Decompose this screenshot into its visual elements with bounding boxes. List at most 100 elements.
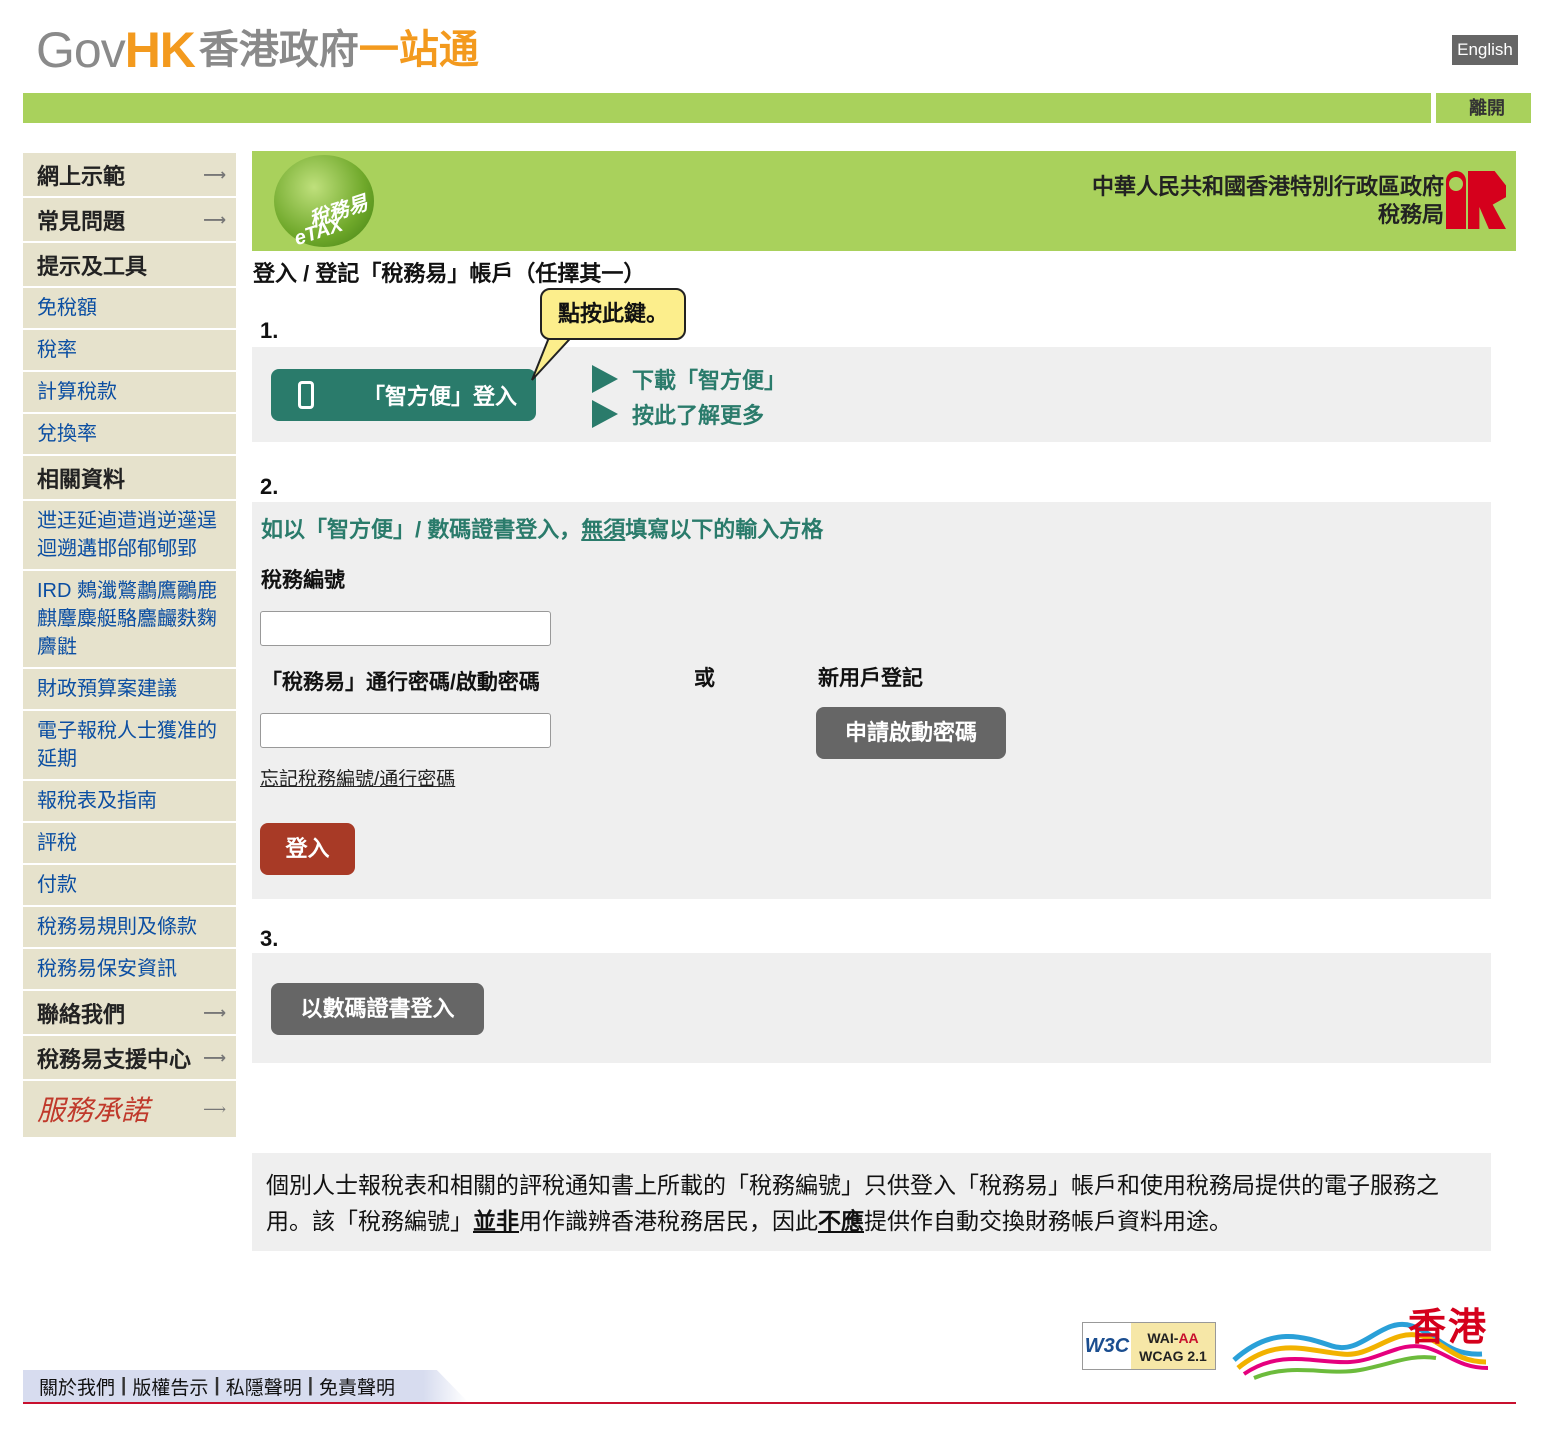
sidebar-item-13[interactable]: 評稅 <box>23 823 236 865</box>
no-input-note-before: 如以「智方便」/ 數碼證書登入， <box>261 517 582 542</box>
sidebar-item-16[interactable]: 稅務易保安資訊 <box>23 949 236 991</box>
footer-link-disclaimer[interactable]: 免責聲明 <box>319 1373 395 1400</box>
sidebar-item-label: 稅務易規則及條款 <box>37 916 197 938</box>
sidebar-item-5[interactable]: 計算稅款 <box>23 372 236 414</box>
expand-arrow-icon: ⟶ <box>203 166 226 184</box>
sidebar-item-2[interactable]: 提示及工具 <box>23 243 236 288</box>
page-title: 登入 / 登記「稅務易」帳戶（任擇其一） <box>253 261 646 286</box>
step-2-number: 2. <box>260 474 279 499</box>
expand-arrow-icon: ⟶ <box>203 1049 226 1067</box>
sidebar-item-performance-pledge[interactable]: 服務承諾 ⟶ <box>23 1081 236 1139</box>
sidebar-item-18[interactable]: 稅務易支援中心 ⟶ <box>23 1036 236 1081</box>
sidebar-item-1[interactable]: 常見問題 ⟶ <box>23 198 236 243</box>
wai-text: WAI- <box>1147 1330 1179 1346</box>
sidebar-item-7[interactable]: 相關資料 <box>23 456 236 501</box>
expand-arrow-icon: ⟶ <box>203 211 226 229</box>
sidebar-item-0[interactable]: 網上示範 ⟶ <box>23 153 236 198</box>
step-3-number: 3. <box>260 926 279 951</box>
expand-arrow-icon: ⟶ <box>203 1004 226 1022</box>
govhk-logo[interactable]: Gov HK 香港政府 一站通 <box>36 22 479 78</box>
play-arrow-icon <box>592 400 618 428</box>
download-iamsmart-label: 下載「智方便」 <box>632 368 787 393</box>
sidebar-item-17[interactable]: 聯絡我們 ⟶ <box>23 991 236 1036</box>
sidebar-item-15[interactable]: 稅務易規則及條款 <box>23 907 236 949</box>
sidebar-item-label: 免稅額 <box>37 297 97 319</box>
sidebar-item-8[interactable]: 迣迋延逌逪逍逆遳逞迴遡遘邯邰郁郇郢 <box>23 501 236 571</box>
digital-certificate-login-button[interactable]: 以數碼證書登入 <box>271 983 484 1035</box>
sidebar-item-9[interactable]: IRD 鷞瀸鷩鷫鷹鸍鹿麒麞麋艇駱麢麣麩麴麡鼪 <box>23 571 236 669</box>
sidebar-nav: 網上示範 ⟶ 常見問題 ⟶ 提示及工具免稅額稅率計算稅款兌換率相關資料迣迋延逌逪逍逆遳逞… <box>23 153 236 1139</box>
sidebar-item-label: 常見問題 <box>37 208 126 234</box>
wai-aa-label: WAI-AA WCAG 2.1 <box>1131 1323 1215 1369</box>
brand-hk-text: 香港 <box>1407 1307 1488 1349</box>
sidebar-item-label: 兌換率 <box>37 423 97 445</box>
wai-aa-text: AA <box>1178 1330 1199 1346</box>
tax-number-notice: 個別人士報稅表和相關的評稅通知書上所載的「稅務編號」只供登入「稅務易」帳戶和使用… <box>252 1153 1491 1251</box>
sidebar-item-3[interactable]: 免稅額 <box>23 288 236 330</box>
sidebar-item-label: 評稅 <box>37 832 77 854</box>
sidebar-item-label: 計算稅款 <box>37 381 117 403</box>
download-iamsmart-link[interactable]: 下載「智方便」 <box>592 363 786 395</box>
expand-arrow-icon: ⟶ <box>203 1099 226 1119</box>
forgot-credentials-link[interactable]: 忘記稅務編號/通行密碼 <box>260 764 455 791</box>
new-user-label: 新用戶登記 <box>818 667 923 690</box>
footer-link-privacy[interactable]: 私隱聲明 <box>226 1373 302 1400</box>
sidebar-item-label: 付款 <box>37 874 77 896</box>
wcag-version-text: WCAG 2.1 <box>1139 1348 1207 1364</box>
footer-link-copyright[interactable]: 版權告示 <box>132 1373 208 1400</box>
logo-cn-orange-text: 一站通 <box>358 28 479 72</box>
sidebar-item-14[interactable]: 付款 <box>23 865 236 907</box>
learn-more-link[interactable]: 按此了解更多 <box>592 398 764 430</box>
no-input-note: 如以「智方便」/ 數碼證書登入，無須填寫以下的輸入方格 <box>261 512 823 544</box>
password-input[interactable] <box>260 713 551 748</box>
iamsmart-login-button[interactable]: 「智方便」登入 <box>271 369 536 421</box>
etax-banner: 稅務易 eTAX 中華人民共和國香港特別行政區政府 稅務局 <box>252 151 1516 251</box>
tax-number-input[interactable] <box>260 611 551 646</box>
language-english-button[interactable]: English <box>1452 35 1518 65</box>
sidebar-item-10[interactable]: 財政預算案建議 <box>23 669 236 711</box>
password-label: 「稅務易」通行密碼/啟動密碼 <box>261 671 540 694</box>
sidebar-item-label: IRD 鷞瀸鷩鷫鷹鸍鹿麒麞麋艇駱麢麣麩麴麡鼪 <box>37 580 217 658</box>
notice-emphasis-2: 不應 <box>818 1208 864 1234</box>
sidebar-item-label: 財政預算案建議 <box>37 678 177 700</box>
etax-logo-icon: 稅務易 eTAX <box>274 155 374 250</box>
iamsmart-phone-icon <box>291 378 319 412</box>
logo-cn-grey-text: 香港政府 <box>198 28 359 72</box>
sidebar-item-label: 網上示範 <box>37 163 126 189</box>
footer-separator: | <box>307 1375 314 1396</box>
sidebar-item-label: 提示及工具 <box>37 253 148 279</box>
logo-gov-text: Gov <box>36 22 126 78</box>
no-input-note-after: 填寫以下的輸入方格 <box>625 517 824 542</box>
sidebar-item-6[interactable]: 兌換率 <box>23 414 236 456</box>
learn-more-label: 按此了解更多 <box>632 403 765 428</box>
click-hint-tooltip: 點按此鍵。 <box>540 288 686 340</box>
government-title: 中華人民共和國香港特別行政區政府 稅務局 <box>1092 173 1444 229</box>
step-1-number: 1. <box>260 318 279 343</box>
sidebar-item-label: 稅率 <box>37 339 77 361</box>
header-green-bar <box>23 93 1431 123</box>
logo-hk-text: HK <box>124 22 196 78</box>
notice-part-3: 提供作自動交換財務帳戶資料用途。 <box>864 1208 1232 1234</box>
wcag-aa-badge[interactable]: W3C WAI-AA WCAG 2.1 <box>1082 1322 1216 1370</box>
notice-emphasis-1: 並非 <box>473 1208 519 1234</box>
ird-logo-icon <box>1446 171 1506 229</box>
sidebar-item-label: 相關資料 <box>37 466 126 492</box>
government-title-line1: 中華人民共和國香港特別行政區政府 <box>1091 174 1444 199</box>
login-button[interactable]: 登入 <box>260 823 355 875</box>
footer-red-line <box>23 1402 1516 1404</box>
sidebar-item-11[interactable]: 電子報稅人士獲准的延期 <box>23 711 236 781</box>
footer-link-about[interactable]: 關於我們 <box>39 1373 115 1400</box>
government-title-line2: 稅務局 <box>1377 202 1444 227</box>
sidebar-item-label: 報稅表及指南 <box>37 790 157 812</box>
footer-separator: | <box>121 1375 127 1396</box>
or-label: 或 <box>694 667 715 690</box>
performance-pledge-logo: 服務承諾 <box>37 1094 150 1127</box>
logout-button[interactable]: 離開 <box>1436 93 1531 123</box>
sidebar-item-label: 聯絡我們 <box>37 1001 126 1027</box>
sidebar-item-4[interactable]: 稅率 <box>23 330 236 372</box>
apply-activation-code-button[interactable]: 申請啟動密碼 <box>816 707 1006 759</box>
play-arrow-icon <box>592 365 618 393</box>
sidebar-item-label: 電子報稅人士獲准的延期 <box>37 720 217 770</box>
etax-badge-en: eTAX <box>291 213 346 251</box>
sidebar-item-12[interactable]: 報稅表及指南 <box>23 781 236 823</box>
